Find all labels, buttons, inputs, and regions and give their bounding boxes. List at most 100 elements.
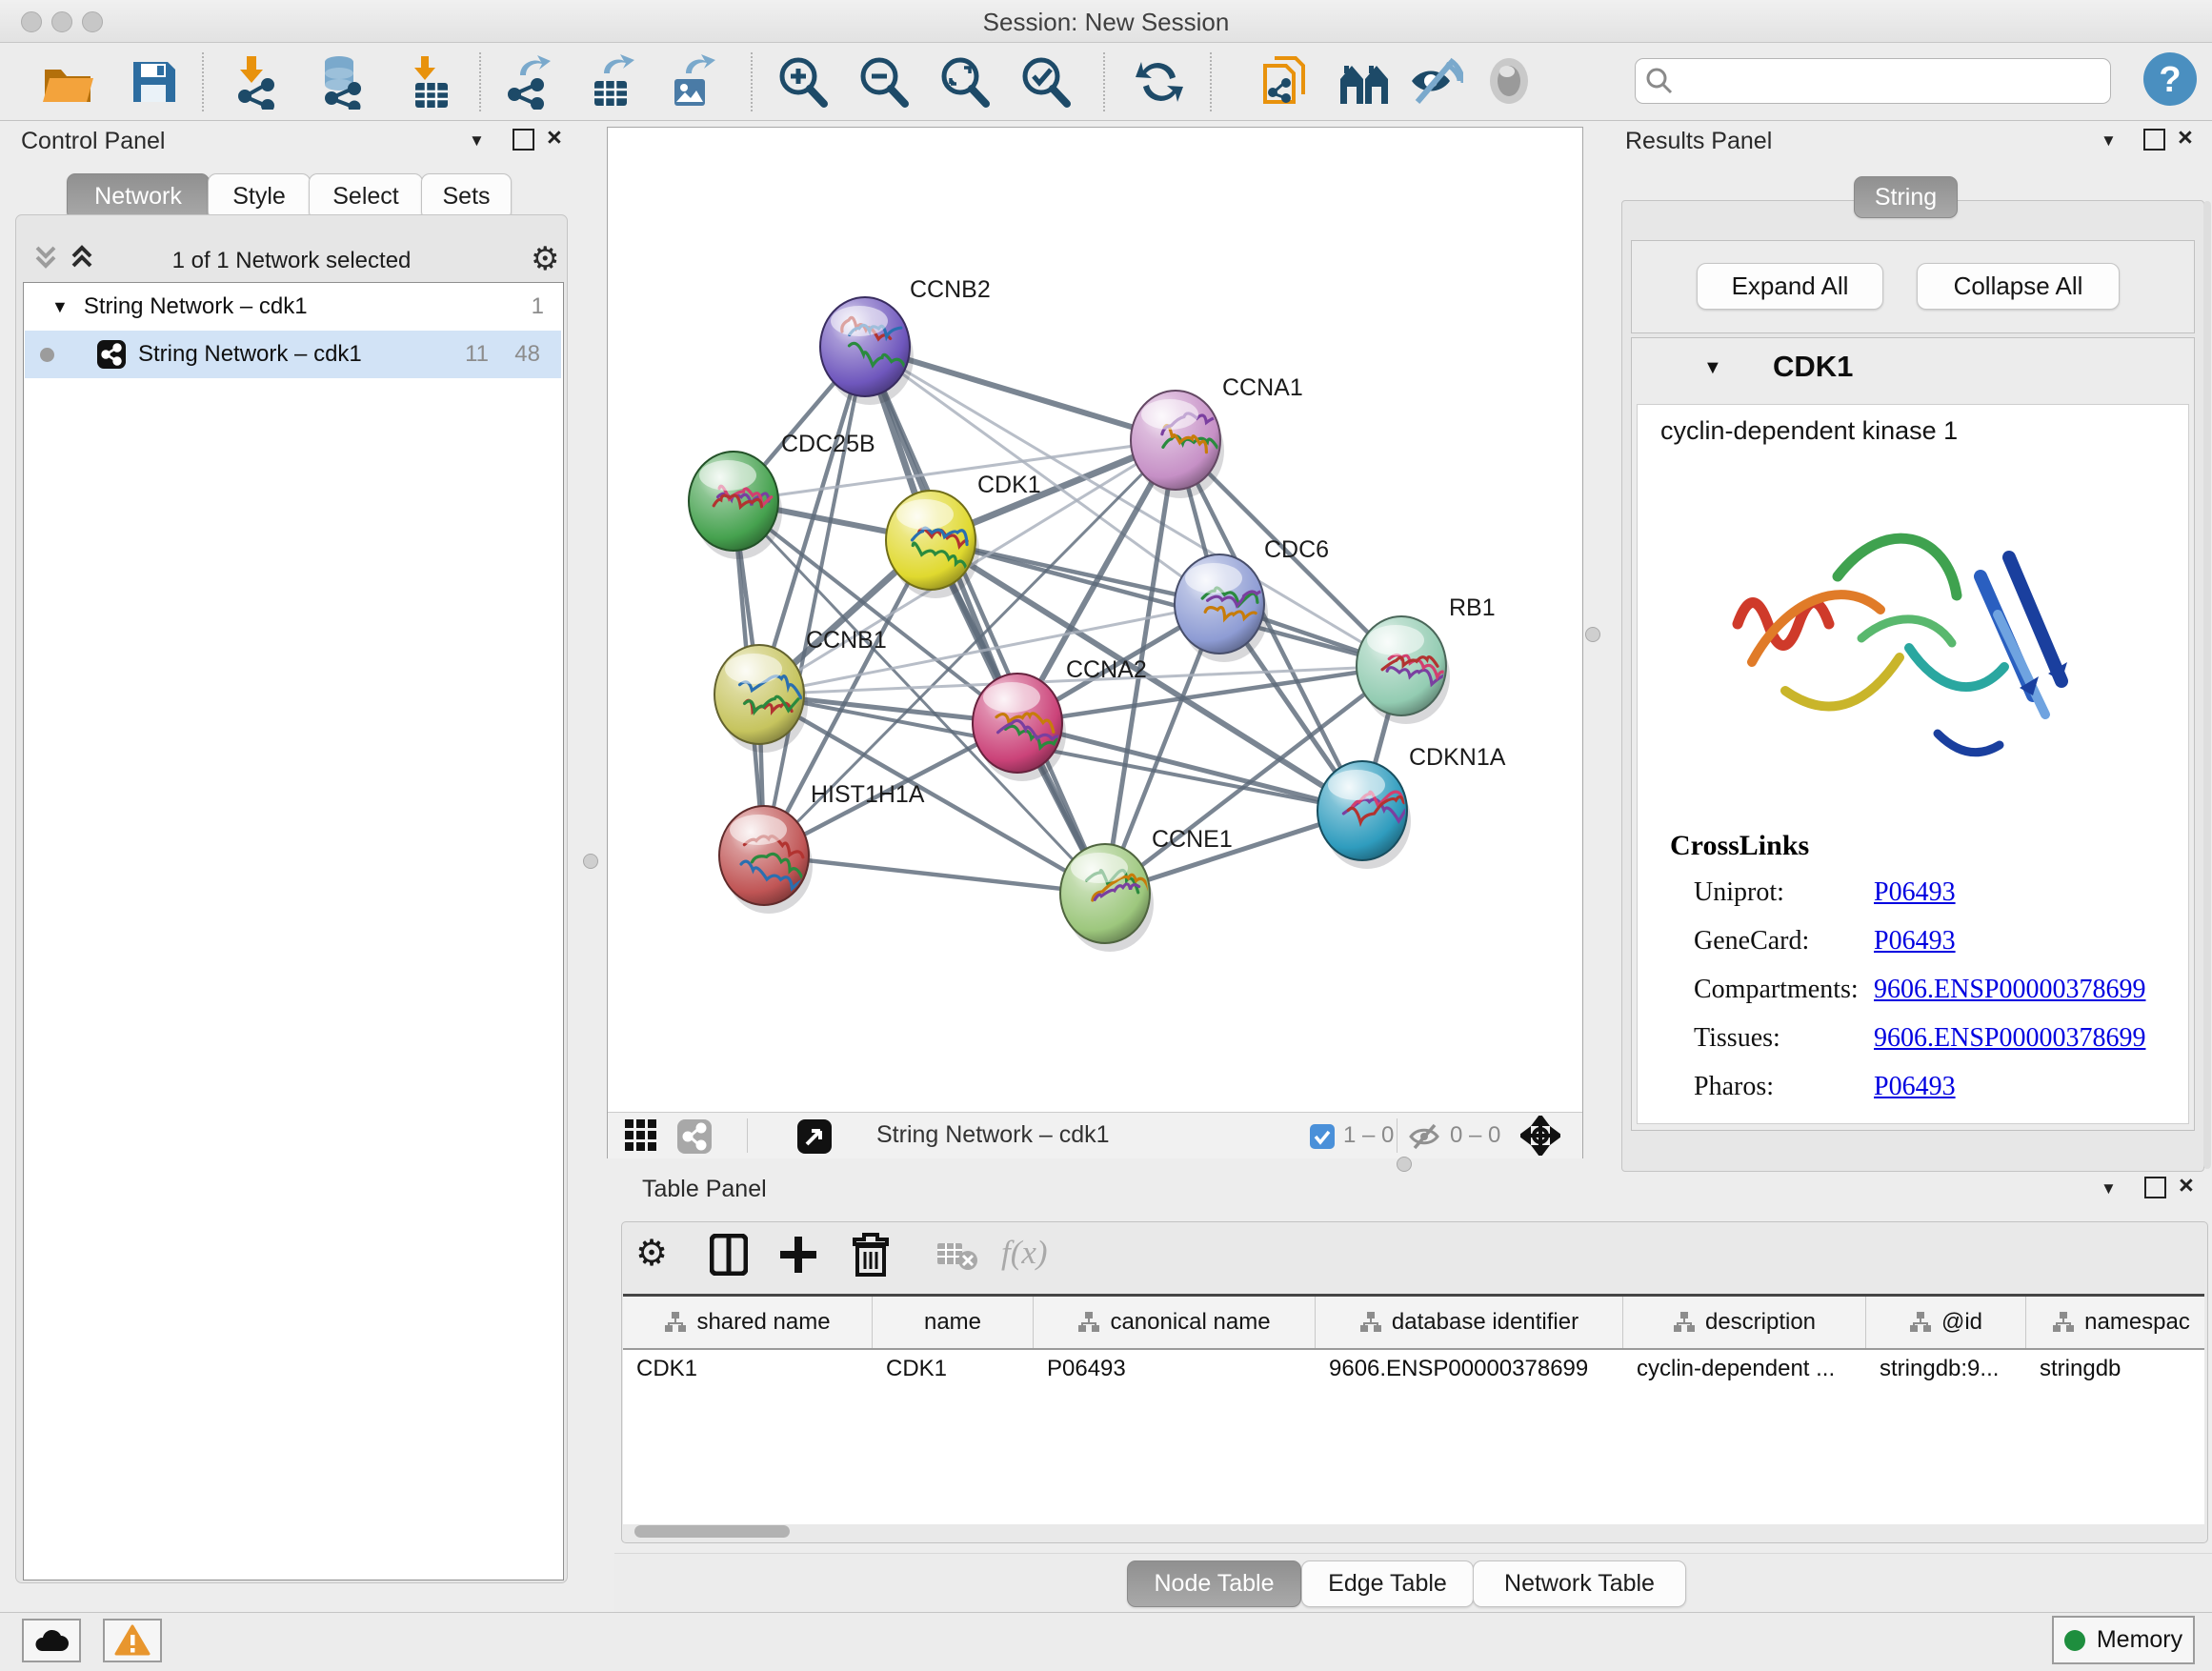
crosslink-link[interactable]: 9606.ENSP00000378699 bbox=[1874, 1023, 2145, 1054]
zoom-selected-icon[interactable] bbox=[1017, 54, 1073, 110]
help-icon[interactable]: ? bbox=[2142, 50, 2197, 106]
results-scrollbar[interactable] bbox=[2203, 201, 2211, 1169]
crosslink-row: Compartments:9606.ENSP00000378699 bbox=[1638, 967, 2188, 1016]
table-cell[interactable]: stringdb:9... bbox=[1866, 1347, 2026, 1391]
table-cell[interactable]: 9606.ENSP00000378699 bbox=[1316, 1347, 1623, 1391]
left-splitter-handle[interactable] bbox=[583, 854, 598, 869]
crosslink-link[interactable]: 9606.ENSP00000378699 bbox=[1874, 975, 2145, 1005]
toolbar-separator bbox=[1103, 52, 1105, 111]
table-columns-icon[interactable] bbox=[710, 1234, 748, 1276]
hide-selected-icon[interactable] bbox=[1408, 54, 1463, 110]
control-panel-close-icon[interactable]: × bbox=[547, 128, 562, 147]
graph-node-CCNA1[interactable] bbox=[1131, 391, 1224, 498]
crosslink-label: Uniprot: bbox=[1694, 877, 1784, 908]
control-panel-undock-icon[interactable] bbox=[513, 129, 534, 151]
graph-node-CCNA2[interactable] bbox=[973, 674, 1068, 781]
crosslink-link[interactable]: P06493 bbox=[1874, 1072, 1956, 1102]
search-input[interactable] bbox=[1678, 63, 2101, 97]
duplicate-network-icon[interactable] bbox=[1259, 54, 1315, 110]
export-table-icon[interactable] bbox=[585, 54, 640, 110]
crosslink-link[interactable]: P06493 bbox=[1874, 877, 1956, 908]
table-panel-close-icon[interactable]: × bbox=[2179, 1176, 2194, 1195]
cloud-button[interactable] bbox=[22, 1619, 81, 1662]
table-hscrollbar-thumb[interactable] bbox=[634, 1525, 790, 1538]
first-neighbors-icon[interactable] bbox=[1337, 54, 1393, 110]
import-database-icon[interactable] bbox=[314, 54, 370, 110]
export-image-icon[interactable] bbox=[665, 54, 720, 110]
tab-network[interactable]: Network bbox=[67, 173, 210, 220]
results-panel-close-icon[interactable]: × bbox=[2178, 128, 2193, 147]
table-cell[interactable]: P06493 bbox=[1034, 1347, 1316, 1391]
import-network-icon[interactable] bbox=[231, 54, 287, 110]
column-header-shared-name[interactable]: shared name bbox=[623, 1297, 873, 1348]
table-cell[interactable]: cyclin-dependent ... bbox=[1623, 1347, 1866, 1391]
network-label: String Network – cdk1 bbox=[138, 341, 362, 368]
network-collection-row[interactable]: ▼ String Network – cdk1 1 bbox=[25, 283, 561, 331]
table-hscrollbar-track[interactable] bbox=[623, 1524, 2204, 1540]
network-row-selected[interactable]: String Network – cdk1 11 48 bbox=[25, 331, 561, 378]
export-network-icon[interactable] bbox=[503, 54, 558, 110]
zoom-in-icon[interactable] bbox=[774, 54, 830, 110]
table-panel-title: Table Panel bbox=[642, 1176, 767, 1203]
column-header-description[interactable]: description bbox=[1623, 1297, 1866, 1348]
column-header--id[interactable]: @id bbox=[1866, 1297, 2026, 1348]
collection-expand-icon[interactable]: ▼ bbox=[51, 297, 69, 317]
tab-style[interactable]: Style bbox=[208, 173, 311, 220]
delete-column-icon[interactable] bbox=[853, 1233, 889, 1277]
graph-node-CDK1[interactable] bbox=[886, 491, 979, 598]
open-in-window-icon[interactable] bbox=[796, 1118, 833, 1155]
import-table-icon[interactable] bbox=[404, 54, 459, 110]
zoom-out-icon[interactable] bbox=[855, 54, 911, 110]
table-settings-gear-icon[interactable]: ⚙ bbox=[635, 1232, 668, 1275]
results-panel-float-icon[interactable]: ▼ bbox=[2101, 131, 2117, 151]
results-panel-undock-icon[interactable] bbox=[2143, 129, 2165, 151]
column-header-name[interactable]: name bbox=[873, 1297, 1034, 1348]
tab-string[interactable]: String bbox=[1854, 176, 1958, 218]
column-header-namespac[interactable]: namespac bbox=[2026, 1297, 2204, 1348]
graph-node-CCNE1[interactable] bbox=[1060, 844, 1154, 952]
column-header-canonical-name[interactable]: canonical name bbox=[1034, 1297, 1316, 1348]
control-panel-float-icon[interactable]: ▼ bbox=[469, 131, 485, 151]
network-graph[interactable]: CCNB2CCNA1CDC25BCDK1CDC6RB1CCNB1CCNA2CDK… bbox=[608, 128, 1582, 1112]
collapse-all-button[interactable]: Collapse All bbox=[1917, 263, 2120, 310]
column-header-database-identifier[interactable]: database identifier bbox=[1316, 1297, 1623, 1348]
collection-label: String Network – cdk1 bbox=[84, 293, 308, 320]
network-options-gear-icon[interactable]: ⚙ bbox=[531, 240, 559, 278]
cdk1-collapse-icon[interactable]: ▼ bbox=[1703, 357, 1722, 379]
table-panel-undock-icon[interactable] bbox=[2144, 1177, 2166, 1198]
warning-button[interactable] bbox=[103, 1619, 162, 1662]
graph-node-CDKN1A[interactable] bbox=[1317, 761, 1411, 869]
tab-network-table[interactable]: Network Table bbox=[1473, 1560, 1686, 1607]
zoom-fit-icon[interactable] bbox=[936, 54, 992, 110]
graph-node-CDC25B[interactable] bbox=[689, 452, 782, 559]
network-canvas[interactable]: CCNB2CCNA1CDC25BCDK1CDC6RB1CCNB1CCNA2CDK… bbox=[607, 127, 1583, 1158]
fit-content-icon[interactable] bbox=[1520, 1116, 1560, 1156]
grid-view-icon[interactable] bbox=[623, 1117, 661, 1156]
expand-all-button[interactable]: Expand All bbox=[1697, 263, 1883, 310]
graph-node-CDC6[interactable] bbox=[1175, 554, 1272, 662]
right-splitter-handle[interactable] bbox=[1585, 627, 1600, 642]
table-row[interactable]: CDK1CDK1P064939606.ENSP00000378699cyclin… bbox=[623, 1347, 2204, 1391]
network-view-icon[interactable] bbox=[676, 1118, 713, 1155]
table-cell[interactable]: stringdb bbox=[2026, 1347, 2204, 1391]
tab-edge-table[interactable]: Edge Table bbox=[1301, 1560, 1474, 1607]
tab-sets[interactable]: Sets bbox=[421, 173, 512, 220]
table-panel-float-icon[interactable]: ▼ bbox=[2101, 1179, 2117, 1198]
svg-text:?: ? bbox=[2159, 60, 2181, 100]
table-cell[interactable]: CDK1 bbox=[873, 1347, 1034, 1391]
show-all-icon[interactable] bbox=[1482, 54, 1538, 110]
add-column-icon[interactable] bbox=[778, 1235, 818, 1275]
refresh-icon[interactable] bbox=[1132, 54, 1187, 110]
tab-node-table[interactable]: Node Table bbox=[1127, 1560, 1301, 1607]
graph-node-CCNB2[interactable] bbox=[820, 297, 914, 405]
column-header-label: name bbox=[924, 1309, 981, 1336]
tab-select[interactable]: Select bbox=[309, 173, 423, 220]
crosslink-link[interactable]: P06493 bbox=[1874, 926, 1956, 956]
selected-checkbox-icon[interactable] bbox=[1309, 1123, 1336, 1150]
save-session-icon[interactable] bbox=[126, 54, 181, 110]
graph-node-RB1[interactable] bbox=[1357, 616, 1450, 724]
memory-button[interactable]: Memory bbox=[2052, 1616, 2195, 1664]
graph-edge-CCNB2-CCNE1 bbox=[865, 347, 1105, 894]
open-session-icon[interactable] bbox=[40, 54, 95, 110]
table-cell[interactable]: CDK1 bbox=[623, 1347, 873, 1391]
